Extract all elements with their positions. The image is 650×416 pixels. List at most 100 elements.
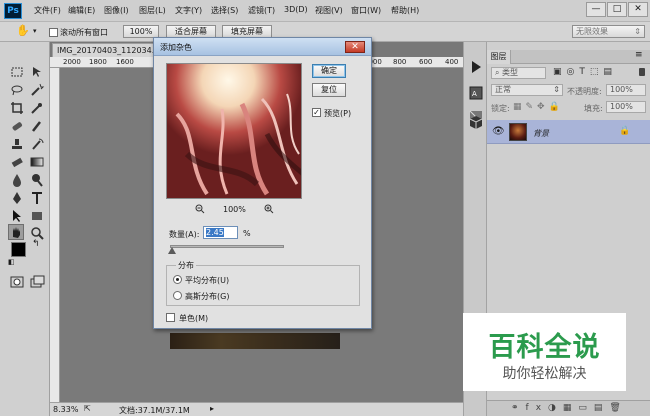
layer-thumbnail [509,123,527,141]
healing-brush-tool-icon[interactable] [9,118,25,134]
pen-tool-icon[interactable] [9,190,25,206]
chevron-down-icon: ⇕ [634,27,641,36]
menu-edit[interactable]: 编辑(E) [68,5,95,16]
zoom-out-icon[interactable] [195,204,205,214]
layer-filter-select[interactable]: ⌕ 类型 [491,67,546,79]
close-icon[interactable]: ✕ [345,41,365,53]
vertical-ruler [50,68,60,402]
chevron-right-icon[interactable]: ▸ [210,404,214,413]
scroll-all-windows-checkbox[interactable] [49,28,58,37]
scroll-all-windows-label: 滚动所有窗口 [60,28,108,37]
export-icon[interactable]: ⇱ [84,404,91,413]
screen-mode-icon[interactable] [29,274,45,290]
fill-input[interactable]: 100% [606,101,646,113]
filter-toggle-icon[interactable] [639,68,645,76]
layer-name[interactable]: 背景 [533,128,549,139]
opacity-input[interactable]: 100% [606,84,646,96]
reset-button[interactable]: 复位 [312,83,346,97]
ruler-tick-label: 800 [393,58,407,66]
menu-help[interactable]: 帮助(H) [391,5,419,16]
image-canvas[interactable] [170,333,340,349]
document-tab[interactable]: IMG_20170403_112034.jpg [52,43,162,57]
zoom-level[interactable]: 8.33% [53,405,78,414]
menu-filter[interactable]: 滤镜(T) [248,5,275,16]
watermark-subtitle: 助你轻松解决 [502,366,587,382]
swap-colors-icon[interactable]: ↰ [32,239,40,249]
brush-tool-icon[interactable] [29,118,45,134]
eye-icon[interactable]: 👁 [492,126,505,137]
menu-select[interactable]: 选择(S) [211,5,238,16]
monochromatic-label: 单色(M) [179,314,209,323]
gaussian-radio[interactable] [173,291,182,300]
default-colors-icon[interactable]: ◧ [8,258,15,266]
maximize-button[interactable]: □ [607,2,627,17]
eraser-tool-icon[interactable] [9,154,25,170]
ruler-tick-label: 1600 [116,58,134,66]
path-selection-tool-icon[interactable] [9,208,25,224]
play-icon[interactable] [467,58,485,76]
panel-menu-icon[interactable]: ≡ [635,50,643,60]
document-info: 文档:37.1M/37.1M [119,406,190,415]
chevron-down-icon[interactable]: ▾ [33,27,37,35]
hand-tool-icon[interactable] [8,224,24,240]
lock-icons[interactable]: ▦✎✥🔒 [513,102,564,112]
magic-wand-tool-icon[interactable] [29,82,45,98]
crop-tool-icon[interactable] [9,100,25,116]
hand-tool-icon[interactable]: ✋ [16,24,30,37]
preview-checkbox[interactable]: ✓ [312,108,321,117]
workspace-select[interactable]: 无限效果 ⇕ [572,25,645,38]
amount-input[interactable]: 2.45 [203,226,238,239]
history-brush-tool-icon[interactable] [29,136,45,152]
menu-type[interactable]: 文字(Y) [175,5,202,16]
menu-image[interactable]: 图像(I) [104,5,129,16]
quick-mask-icon[interactable] [9,274,25,290]
lasso-tool-icon[interactable] [9,82,25,98]
ruler-tick-label: 600 [419,58,433,66]
3d-cube-icon[interactable] [467,110,485,129]
amount-slider-thumb[interactable] [168,247,177,254]
blend-mode-select[interactable]: 正常 ⇕ [491,84,563,96]
filter-preview[interactable] [166,63,302,199]
blur-tool-icon[interactable] [9,172,25,188]
tab-layers[interactable]: 图层 [487,50,511,64]
dodge-tool-icon[interactable] [29,172,45,188]
layer-filter-icons[interactable]: ▣◎T⬚▤ [553,67,617,77]
amount-value: 2.45 [206,228,224,237]
close-window-button[interactable]: ✕ [628,2,648,17]
type-tool-icon[interactable] [29,190,45,206]
monochromatic-checkbox[interactable] [166,313,175,322]
menu-file[interactable]: 文件(F) [34,5,61,16]
toolbox: ↰ ◧ [0,42,50,416]
zoom-in-icon[interactable] [264,204,274,214]
move-tool-icon[interactable] [29,64,45,80]
ruler-tick-label: 400 [445,58,459,66]
foreground-color-swatch[interactable] [11,242,26,257]
menu-view[interactable]: 视图(V) [315,5,343,16]
dialog-title: 添加杂色 [160,43,192,52]
uniform-radio[interactable] [173,275,182,284]
marquee-tool-icon[interactable] [9,64,25,80]
distribution-label: 分布 [176,260,196,271]
rectangle-tool-icon[interactable] [29,208,45,224]
opacity-label: 不透明度: [567,87,602,96]
amount-slider-track[interactable] [170,245,284,248]
panel-footer: ⚭fx◑▦▭▤🗑 [487,400,650,416]
preview-zoom-label: 100% [223,205,246,214]
gradient-tool-icon[interactable] [29,154,45,170]
layer-action-icons[interactable]: ⚭fx◑▦▭▤🗑 [511,403,628,413]
adjustments-icon[interactable]: A [467,84,485,102]
uniform-label: 平均分布(U) [185,276,230,285]
menu-3d[interactable]: 3D(D) [284,5,308,14]
svg-text:A: A [472,90,477,98]
menu-window[interactable]: 窗口(W) [351,5,381,16]
dialog-titlebar[interactable]: 添加杂色 ✕ [154,38,371,56]
search-icon: ⌕ [495,68,500,77]
ok-button[interactable]: 确定 [312,64,346,78]
photoshop-logo: Ps [4,3,22,19]
clone-stamp-tool-icon[interactable] [9,136,25,152]
lock-label: 锁定: [491,104,510,113]
eyedropper-tool-icon[interactable] [29,100,45,116]
minimize-button[interactable]: — [586,2,606,17]
menu-layer[interactable]: 图层(L) [139,5,166,16]
filter-kind-label: 类型 [502,68,519,77]
